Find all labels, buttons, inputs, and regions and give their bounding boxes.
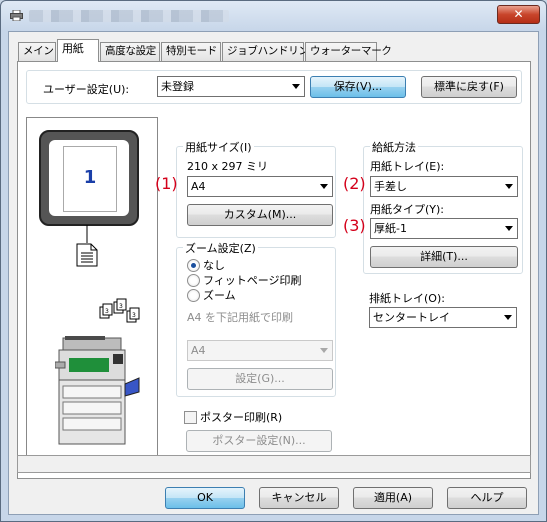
close-button[interactable]: ✕ bbox=[497, 5, 540, 24]
paper-tray-select[interactable]: 手差し bbox=[370, 176, 518, 197]
window-title-obscured bbox=[29, 10, 229, 22]
paper-source-group: 給紙方法 用紙トレイ(E): 手差し 用紙タイプ(Y): 厚紙-1 詳細(T).… bbox=[363, 139, 523, 274]
apply-button[interactable]: 適用(A) bbox=[353, 487, 433, 509]
save-button[interactable]: 保存(V)... bbox=[310, 76, 406, 98]
zoom-none-label: なし bbox=[203, 259, 225, 272]
svg-text:3: 3 bbox=[132, 312, 136, 319]
tab-advanced[interactable]: 高度な設定 bbox=[100, 42, 160, 61]
svg-text:3: 3 bbox=[119, 303, 123, 310]
zoom-custom-label: ズーム bbox=[203, 289, 236, 302]
dialog-client-area: メイン 用紙 高度な設定 特別モード ジョブハンドリング ウォーターマーク ユー… bbox=[8, 31, 539, 515]
paper-size-select[interactable]: A4 bbox=[187, 176, 333, 197]
chevron-down-icon bbox=[292, 84, 300, 89]
tab-main[interactable]: メイン bbox=[18, 42, 56, 61]
zoom-fit-page-radio[interactable]: フィットページ印刷 bbox=[187, 274, 302, 287]
zoom-settings-button[interactable]: 設定(G)... bbox=[187, 368, 333, 390]
collated-copies-icon: 3 3 3 bbox=[99, 298, 140, 323]
paper-details-button[interactable]: 詳細(T)... bbox=[370, 246, 518, 268]
printer-icon bbox=[10, 10, 23, 21]
user-settings-select[interactable]: 未登録 bbox=[157, 76, 305, 97]
paper-type-value: 厚紙-1 bbox=[374, 222, 407, 235]
user-settings-row: ユーザー設定(U): 未登録 保存(V)... 標準に戻す(F) bbox=[26, 70, 522, 104]
paper-source-title: 給紙方法 bbox=[370, 139, 418, 155]
page-number: 1 bbox=[83, 167, 97, 188]
custom-paper-button[interactable]: カスタム(M)... bbox=[187, 204, 333, 226]
paper-tab-panel: ユーザー設定(U): 未登録 保存(V)... 標準に戻す(F) 1 3 3 3… bbox=[17, 61, 531, 479]
zoom-fit-page-label: フィットページ印刷 bbox=[203, 274, 302, 287]
tab-special-mode[interactable]: 特別モード bbox=[161, 42, 221, 61]
output-tray-select[interactable]: センタートレイ bbox=[369, 307, 517, 328]
svg-text:3: 3 bbox=[105, 308, 109, 315]
printer-machine-icon bbox=[55, 336, 140, 445]
preview-panel: 1 3 3 3 bbox=[26, 117, 158, 463]
fit-to-paper-text: A4 を下記用紙で印刷 bbox=[187, 311, 294, 324]
title-bar[interactable]: ✕ bbox=[1, 1, 546, 31]
page-preview-frame: 1 bbox=[39, 130, 139, 226]
chevron-down-icon bbox=[320, 184, 328, 189]
printer-properties-window: ✕ メイン 用紙 高度な設定 特別モード ジョブハンドリング ウォーターマーク … bbox=[0, 0, 547, 522]
paper-tray-value: 手差し bbox=[374, 180, 407, 193]
chevron-down-icon bbox=[320, 348, 328, 353]
radio-selected-icon bbox=[187, 259, 200, 272]
radio-icon bbox=[187, 289, 200, 302]
checkbox-icon bbox=[184, 411, 197, 424]
help-button[interactable]: ヘルプ bbox=[447, 487, 527, 509]
output-tray-label: 排紙トレイ(O): bbox=[369, 292, 445, 305]
poster-settings-button[interactable]: ポスター設定(N)... bbox=[186, 430, 332, 452]
poster-print-label: ポスター印刷(R) bbox=[200, 411, 283, 424]
chevron-down-icon bbox=[505, 226, 513, 231]
annotation-1: (1) bbox=[155, 174, 178, 193]
cancel-button[interactable]: キャンセル bbox=[259, 487, 339, 509]
paper-type-select[interactable]: 厚紙-1 bbox=[370, 218, 518, 239]
document-icon bbox=[76, 243, 98, 267]
status-strip bbox=[17, 455, 531, 473]
fit-paper-value: A4 bbox=[191, 344, 206, 357]
radio-icon bbox=[187, 274, 200, 287]
tab-paper[interactable]: 用紙 bbox=[57, 39, 99, 62]
zoom-custom-radio[interactable]: ズーム bbox=[187, 289, 236, 302]
tab-watermark[interactable]: ウォーターマーク bbox=[305, 42, 392, 61]
paper-size-group: 用紙サイズ(I) 210 x 297 ミリ A4 カスタム(M)... bbox=[176, 139, 336, 238]
close-icon: ✕ bbox=[513, 7, 524, 21]
annotation-3: (3) bbox=[343, 216, 366, 235]
connector-line bbox=[86, 225, 88, 243]
output-tray-value: センタートレイ bbox=[373, 311, 450, 324]
paper-type-label: 用紙タイプ(Y): bbox=[370, 203, 445, 216]
paper-size-value: A4 bbox=[191, 180, 206, 193]
zoom-none-radio[interactable]: なし bbox=[187, 259, 225, 272]
poster-print-checkbox[interactable]: ポスター印刷(R) bbox=[184, 411, 282, 424]
zoom-settings-group: ズーム設定(Z) なし フィットページ印刷 ズーム A4 を下記用紙で印刷 A4 bbox=[176, 240, 336, 397]
chevron-down-icon bbox=[504, 315, 512, 320]
chevron-down-icon bbox=[505, 184, 513, 189]
paper-dimensions: 210 x 297 ミリ bbox=[187, 160, 268, 173]
paper-size-title: 用紙サイズ(I) bbox=[183, 139, 254, 155]
page-preview-sheet: 1 bbox=[63, 146, 117, 212]
restore-defaults-button[interactable]: 標準に戻す(F) bbox=[421, 76, 517, 98]
tab-job-handling[interactable]: ジョブハンドリング bbox=[222, 42, 319, 61]
zoom-settings-title: ズーム設定(Z) bbox=[183, 240, 258, 256]
fit-paper-select[interactable]: A4 bbox=[187, 340, 333, 361]
user-settings-value: 未登録 bbox=[161, 80, 194, 93]
annotation-2: (2) bbox=[343, 174, 366, 193]
ok-button[interactable]: OK bbox=[165, 487, 245, 509]
paper-tray-label: 用紙トレイ(E): bbox=[370, 160, 445, 173]
user-settings-label: ユーザー設定(U): bbox=[43, 83, 130, 96]
